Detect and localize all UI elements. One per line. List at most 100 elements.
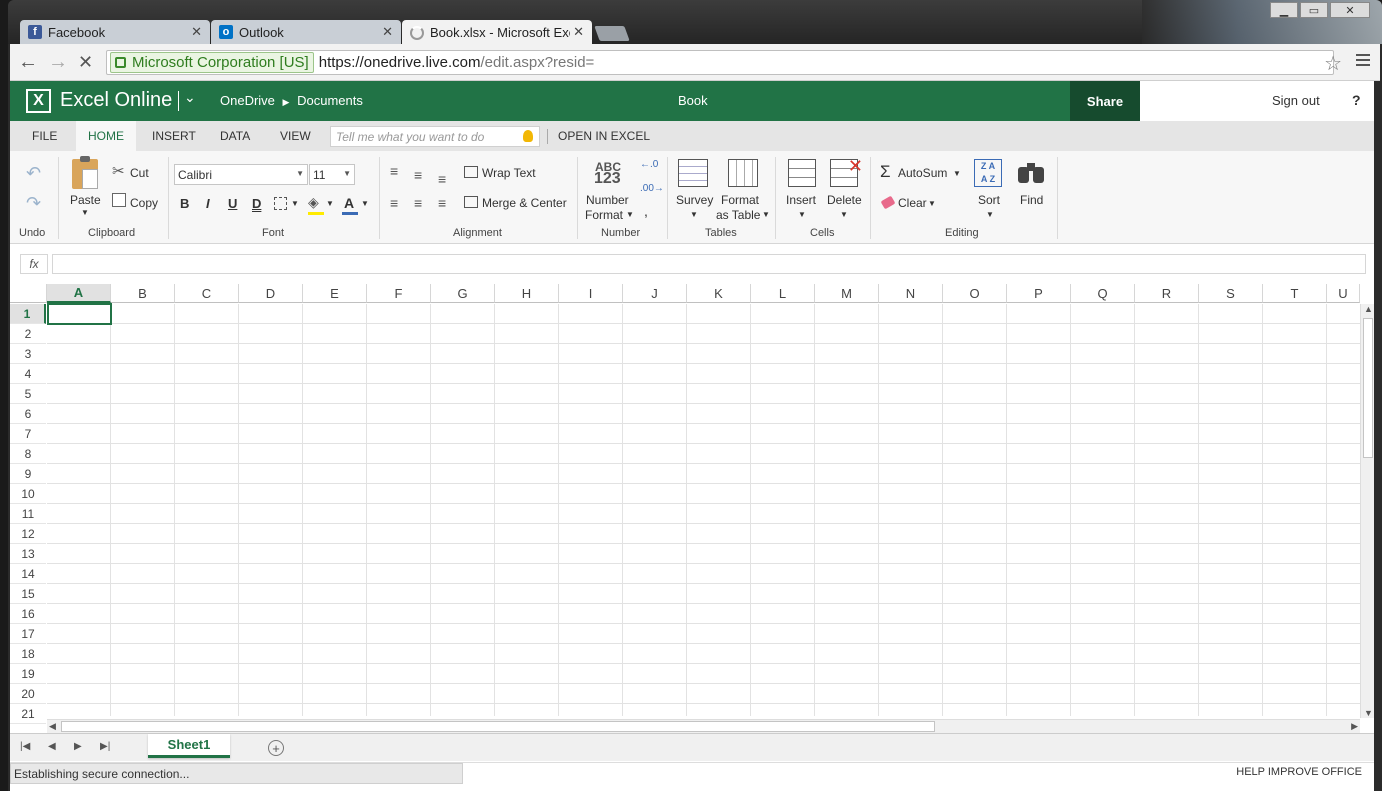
column-header-b[interactable]: B xyxy=(111,284,175,303)
align-right-icon[interactable]: ≡ xyxy=(438,195,446,211)
help-button[interactable]: ? xyxy=(1352,92,1361,108)
horizontal-scrollbar[interactable]: ◀ ▶ xyxy=(47,719,1360,733)
row-header-17[interactable]: 17 xyxy=(10,624,46,644)
merge-center-button[interactable]: Merge & Center xyxy=(482,196,567,210)
find-button[interactable]: Find xyxy=(1020,193,1043,207)
maximize-button[interactable]: ▭ xyxy=(1300,2,1328,18)
column-header-o[interactable]: O xyxy=(943,284,1007,303)
align-left-icon[interactable]: ≡ xyxy=(390,195,398,211)
scrollbar-thumb[interactable] xyxy=(61,721,935,732)
scrollbar-thumb[interactable] xyxy=(1363,318,1373,458)
row-header-5[interactable]: 5 xyxy=(10,384,46,404)
column-header-c[interactable]: C xyxy=(175,284,239,303)
stop-button[interactable]: ✕ xyxy=(78,52,93,72)
column-header-e[interactable]: E xyxy=(303,284,367,303)
close-icon[interactable]: ✕ xyxy=(573,24,584,40)
minimize-button[interactable]: ▁ xyxy=(1270,2,1298,18)
formula-input[interactable] xyxy=(52,254,1366,274)
last-sheet-icon[interactable]: ▶| xyxy=(100,741,110,752)
tab-outlook[interactable]: o Outlook ✕ xyxy=(211,20,401,44)
sign-out-link[interactable]: Sign out xyxy=(1272,93,1320,108)
undo-icon[interactable]: ↶ xyxy=(26,163,41,184)
column-header-a[interactable]: A xyxy=(47,284,111,303)
chevron-down-icon[interactable]: ▼ xyxy=(798,210,806,219)
column-header-d[interactable]: D xyxy=(239,284,303,303)
chevron-down-icon[interactable]: ▼ xyxy=(762,210,770,219)
row-header-14[interactable]: 14 xyxy=(10,564,46,584)
bookmark-star-icon[interactable]: ☆ xyxy=(1324,51,1342,76)
row-header-15[interactable]: 15 xyxy=(10,584,46,604)
paste-icon[interactable] xyxy=(72,156,98,189)
scroll-left-icon[interactable]: ◀ xyxy=(49,721,56,732)
autosum-icon[interactable]: Σ xyxy=(880,162,891,182)
clear-button[interactable]: Clear xyxy=(898,196,927,210)
forward-button[interactable]: → xyxy=(48,52,68,72)
comma-style-icon[interactable]: , xyxy=(644,203,648,219)
redo-icon[interactable]: ↷ xyxy=(26,193,41,214)
tab-home[interactable]: HOME xyxy=(76,121,136,151)
row-header-19[interactable]: 19 xyxy=(10,664,46,684)
survey-icon[interactable] xyxy=(678,159,708,187)
row-header-7[interactable]: 7 xyxy=(10,424,46,444)
format-as-table-icon[interactable] xyxy=(728,159,758,187)
prev-sheet-icon[interactable]: ◀ xyxy=(48,741,56,752)
delete-cells-icon[interactable]: ✕ xyxy=(830,156,863,187)
row-header-6[interactable]: 6 xyxy=(10,404,46,424)
column-header-u[interactable]: U xyxy=(1327,284,1360,303)
column-header-f[interactable]: F xyxy=(367,284,431,303)
column-header-p[interactable]: P xyxy=(1007,284,1071,303)
borders-icon[interactable] xyxy=(274,197,287,210)
font-family-select[interactable]: Calibri ▼ xyxy=(174,164,308,185)
fill-color-icon[interactable]: ◈ xyxy=(308,194,319,211)
column-header-r[interactable]: R xyxy=(1135,284,1199,303)
chevron-down-icon[interactable]: ▼ xyxy=(690,210,698,219)
close-icon[interactable]: ✕ xyxy=(382,24,393,40)
ev-certificate-badge[interactable]: Microsoft Corporation [US] xyxy=(110,52,314,73)
open-in-excel-button[interactable]: OPEN IN EXCEL xyxy=(546,121,662,151)
column-header-h[interactable]: H xyxy=(495,284,559,303)
add-sheet-icon[interactable]: + xyxy=(268,740,284,756)
tab-file[interactable]: FILE xyxy=(20,121,69,151)
scroll-right-icon[interactable]: ▶ xyxy=(1351,721,1358,732)
row-header-21[interactable]: 21 xyxy=(10,704,46,724)
column-header-m[interactable]: M xyxy=(815,284,879,303)
align-center-icon[interactable]: ≡ xyxy=(414,195,422,211)
tell-me-search[interactable]: Tell me what you want to do xyxy=(330,126,540,147)
sort-icon[interactable]: Z AA Z xyxy=(974,159,1002,187)
number-format-label[interactable]: Number xyxy=(586,193,629,207)
first-sheet-icon[interactable]: |◀ xyxy=(20,741,30,752)
help-improve-office-link[interactable]: HELP IMPROVE OFFICE xyxy=(1236,766,1362,778)
scroll-down-icon[interactable]: ▼ xyxy=(1364,708,1373,718)
excel-logo-icon[interactable]: X xyxy=(26,89,51,113)
column-header-s[interactable]: S xyxy=(1199,284,1263,303)
next-sheet-icon[interactable]: ▶ xyxy=(74,741,82,752)
column-header-t[interactable]: T xyxy=(1263,284,1327,303)
font-size-select[interactable]: 11 ▼ xyxy=(309,164,355,185)
increase-decimal-icon[interactable]: ←.0 xyxy=(640,159,658,170)
column-header-l[interactable]: L xyxy=(751,284,815,303)
row-header-3[interactable]: 3 xyxy=(10,344,46,364)
delete-cells-button[interactable]: Delete xyxy=(827,193,862,207)
double-underline-button[interactable]: D xyxy=(252,196,261,211)
row-header-20[interactable]: 20 xyxy=(10,684,46,704)
align-middle-icon[interactable]: ≡ xyxy=(414,167,422,183)
cut-button[interactable]: Cut xyxy=(130,166,149,180)
number-format-label2[interactable]: Format xyxy=(585,208,623,222)
chevron-down-icon[interactable]: ▼ xyxy=(953,169,961,178)
sheet-tab-sheet1[interactable]: Sheet1 xyxy=(148,734,230,758)
new-tab-button[interactable] xyxy=(594,26,630,41)
tab-view[interactable]: VIEW xyxy=(268,121,323,151)
underline-button[interactable]: U xyxy=(228,196,237,211)
active-cell-a1[interactable] xyxy=(47,303,112,325)
scroll-up-icon[interactable]: ▲ xyxy=(1364,304,1373,314)
format-as-table-label[interactable]: Format xyxy=(721,193,759,207)
italic-button[interactable]: I xyxy=(206,196,210,211)
row-header-4[interactable]: 4 xyxy=(10,364,46,384)
sort-button[interactable]: Sort xyxy=(978,193,1000,207)
chevron-down-icon[interactable]: ▼ xyxy=(928,199,936,208)
row-header-11[interactable]: 11 xyxy=(10,504,46,524)
share-button[interactable]: Share xyxy=(1070,81,1140,121)
column-header-k[interactable]: K xyxy=(687,284,751,303)
row-header-9[interactable]: 9 xyxy=(10,464,46,484)
eraser-icon[interactable] xyxy=(880,195,896,210)
